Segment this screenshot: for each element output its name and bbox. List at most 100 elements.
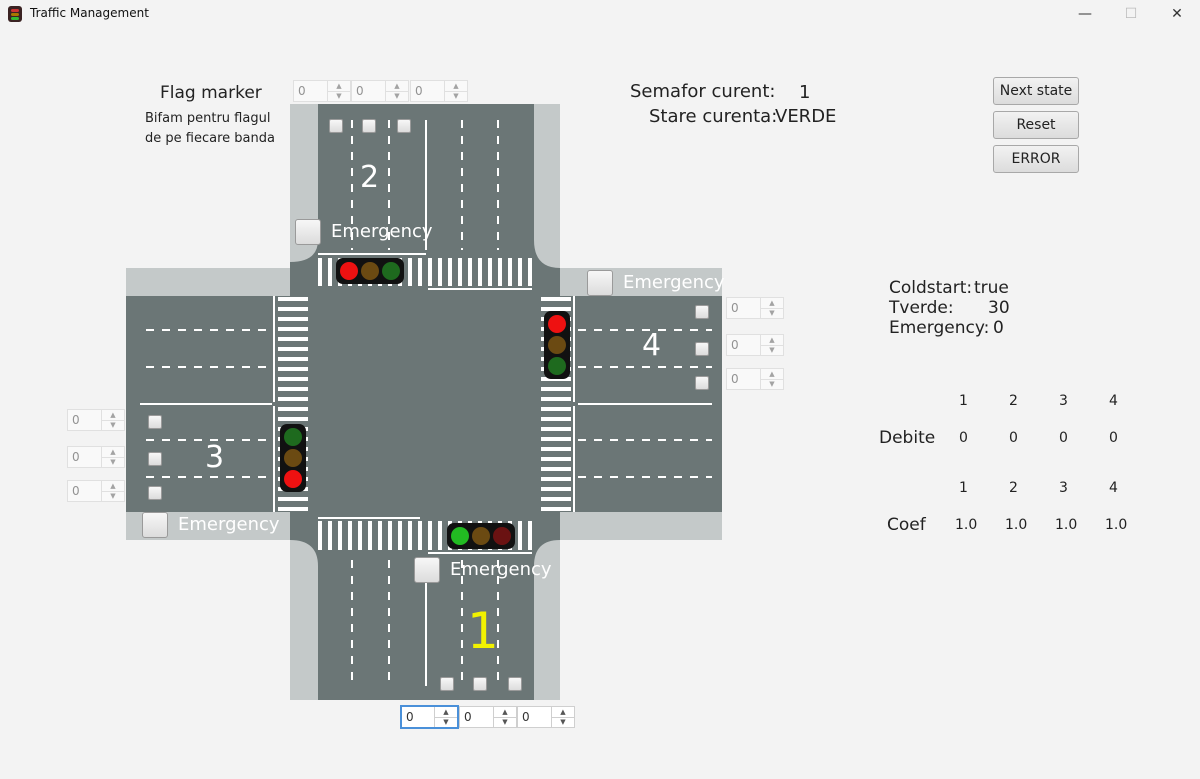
spinner-down-icon[interactable]: ▼	[386, 90, 408, 102]
spinner-up-icon[interactable]: ▲	[102, 410, 124, 420]
traffic-light-road-2	[336, 258, 404, 284]
amber-lamp	[284, 448, 302, 467]
red-lamp	[492, 527, 511, 545]
spinner-road-4-lane-1[interactable]: 0 ▲ ▼	[726, 297, 784, 319]
spinner-up-icon[interactable]: ▲	[435, 707, 457, 717]
green-lamp	[381, 262, 400, 280]
emergency-label-road-2: Emergency	[331, 221, 433, 242]
debite-header: 4	[1109, 393, 1118, 409]
tverde-label: Tverde:	[889, 298, 954, 318]
debite-value: 0	[1059, 430, 1068, 446]
spinner-up-icon[interactable]: ▲	[552, 707, 574, 717]
debite-value: 0	[1009, 430, 1018, 446]
emergency-count-value: 0	[993, 318, 1004, 338]
amber-lamp	[471, 527, 490, 545]
coef-header: 3	[1059, 480, 1068, 496]
spinner-up-icon[interactable]: ▲	[761, 369, 783, 379]
spinner-up-icon[interactable]: ▲	[761, 335, 783, 345]
spinner-up-icon[interactable]: ▲	[328, 81, 350, 91]
spinner-down-icon[interactable]: ▼	[552, 716, 574, 728]
spinner-down-icon[interactable]: ▼	[494, 716, 516, 728]
spinner-down-icon[interactable]: ▼	[761, 378, 783, 390]
road-4-number: 4	[642, 328, 662, 363]
traffic-light-road-4	[544, 311, 570, 379]
spinner-down-icon[interactable]: ▼	[761, 307, 783, 319]
semafor-label: Semafor curent:	[630, 81, 776, 102]
flag-checkbox-road-4-lane-2[interactable]	[695, 342, 709, 356]
stare-label: Stare curenta:	[649, 106, 778, 127]
road-2-number: 2	[360, 160, 380, 195]
flag-marker-title: Flag marker	[160, 83, 262, 103]
debite-value: 0	[1109, 430, 1118, 446]
flag-checkbox-road-1-lane-2[interactable]	[473, 677, 487, 691]
road-3-number: 3	[205, 440, 225, 475]
emergency-label-road-3: Emergency	[178, 514, 280, 535]
amber-lamp	[360, 262, 379, 280]
tverde-value: 30	[988, 298, 1010, 318]
flag-checkbox-road-4-lane-3[interactable]	[695, 376, 709, 390]
spinner-up-icon[interactable]: ▲	[102, 447, 124, 457]
spinner-up-icon[interactable]: ▲	[102, 481, 124, 491]
debite-header: 2	[1009, 393, 1018, 409]
spinner-down-icon[interactable]: ▼	[102, 419, 124, 431]
spinner-road-3-lane-2[interactable]: 0 ▲ ▼	[67, 446, 125, 468]
flag-marker-desc-line2: de pe fiecare banda	[145, 131, 275, 146]
flag-checkbox-road-4-lane-1[interactable]	[695, 305, 709, 319]
flag-checkbox-road-3-lane-3[interactable]	[148, 486, 162, 500]
spinner-up-icon[interactable]: ▲	[494, 707, 516, 717]
emergency-checkbox-road-3[interactable]	[142, 512, 168, 538]
roadway	[126, 104, 722, 700]
flag-checkbox-road-1-lane-3[interactable]	[508, 677, 522, 691]
red-lamp	[284, 469, 302, 488]
emergency-checkbox-road-2[interactable]	[295, 219, 321, 245]
spinner-road-2-lane-2[interactable]: 0 ▲ ▼	[351, 80, 409, 102]
green-lamp	[451, 527, 470, 545]
traffic-light-road-3	[280, 424, 306, 492]
coef-value: 1.0	[955, 517, 978, 533]
debite-header: 3	[1059, 393, 1068, 409]
debite-header: 1	[959, 393, 968, 409]
spinner-road-1-lane-3[interactable]: 0 ▲ ▼	[517, 706, 575, 728]
emergency-label-road-1: Emergency	[450, 559, 552, 580]
flag-checkbox-road-1-lane-1[interactable]	[440, 677, 454, 691]
red-lamp	[340, 262, 359, 280]
reset-button[interactable]: Reset	[993, 111, 1079, 139]
coldstart-label: Coldstart:	[889, 278, 973, 298]
amber-lamp	[548, 335, 566, 354]
spinner-down-icon[interactable]: ▼	[102, 456, 124, 468]
spinner-up-icon[interactable]: ▲	[445, 81, 467, 91]
emergency-checkbox-road-1[interactable]	[414, 557, 440, 583]
spinner-road-3-lane-1[interactable]: 0 ▲ ▼	[67, 409, 125, 431]
flag-marker-desc-line1: Bifam pentru flagul	[145, 111, 271, 126]
spinner-down-icon[interactable]: ▼	[435, 716, 457, 728]
road-1-number: 1	[467, 602, 499, 660]
coef-value: 1.0	[1105, 517, 1128, 533]
flag-checkbox-road-2-lane-3[interactable]	[397, 119, 411, 133]
spinner-down-icon[interactable]: ▼	[445, 90, 467, 102]
spinner-down-icon[interactable]: ▼	[761, 344, 783, 356]
error-button[interactable]: ERROR	[993, 145, 1079, 173]
next-state-button[interactable]: Next state	[993, 77, 1079, 105]
debite-value: 0	[959, 430, 968, 446]
flag-checkbox-road-2-lane-2[interactable]	[362, 119, 376, 133]
debite-label: Debite	[879, 428, 936, 448]
spinner-up-icon[interactable]: ▲	[386, 81, 408, 91]
emergency-label-road-4: Emergency	[623, 272, 725, 293]
semafor-value: 1	[799, 82, 811, 103]
spinner-road-4-lane-2[interactable]: 0 ▲ ▼	[726, 334, 784, 356]
green-lamp	[284, 428, 302, 447]
spinner-road-4-lane-3[interactable]: 0 ▲ ▼	[726, 368, 784, 390]
spinner-road-1-lane-1[interactable]: 0 ▲ ▼	[400, 705, 459, 729]
coef-label: Coef	[887, 515, 926, 535]
emergency-checkbox-road-4[interactable]	[587, 270, 613, 296]
spinner-down-icon[interactable]: ▼	[102, 490, 124, 502]
spinner-up-icon[interactable]: ▲	[761, 298, 783, 308]
spinner-down-icon[interactable]: ▼	[328, 90, 350, 102]
spinner-road-2-lane-3[interactable]: 0 ▲ ▼	[410, 80, 468, 102]
spinner-road-1-lane-2[interactable]: 0 ▲ ▼	[459, 706, 517, 728]
flag-checkbox-road-3-lane-1[interactable]	[148, 415, 162, 429]
flag-checkbox-road-2-lane-1[interactable]	[329, 119, 343, 133]
flag-checkbox-road-3-lane-2[interactable]	[148, 452, 162, 466]
spinner-road-3-lane-3[interactable]: 0 ▲ ▼	[67, 480, 125, 502]
spinner-road-2-lane-1[interactable]: 0 ▲ ▼	[293, 80, 351, 102]
